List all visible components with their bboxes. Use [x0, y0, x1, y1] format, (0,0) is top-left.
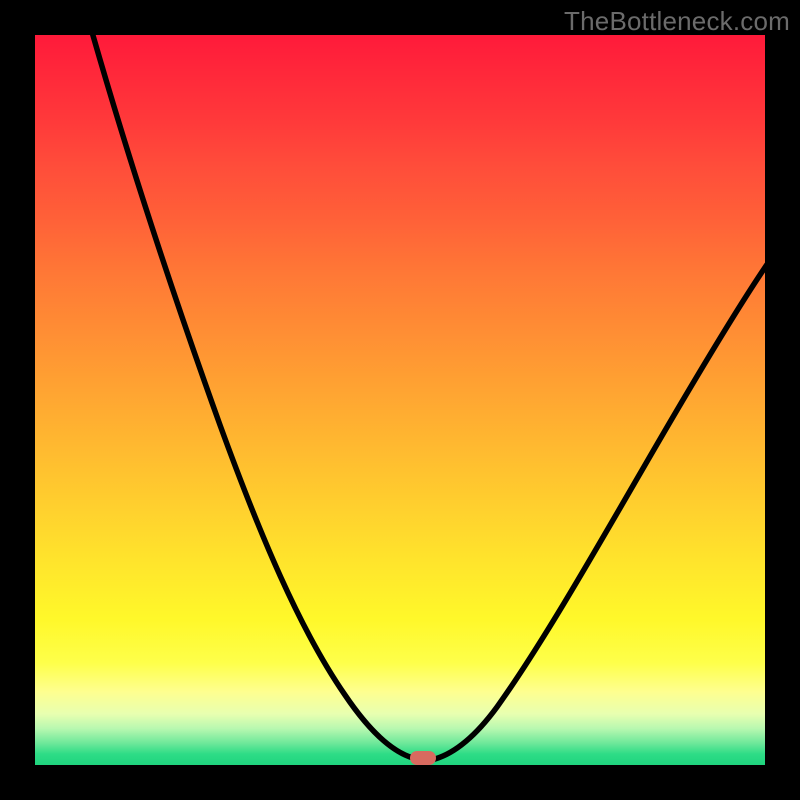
bottleneck-curve: [35, 35, 765, 765]
plot-area: [35, 35, 765, 765]
watermark-text: TheBottleneck.com: [564, 6, 790, 37]
chart-frame: TheBottleneck.com: [0, 0, 800, 800]
bottleneck-minimum-marker: [410, 751, 436, 765]
